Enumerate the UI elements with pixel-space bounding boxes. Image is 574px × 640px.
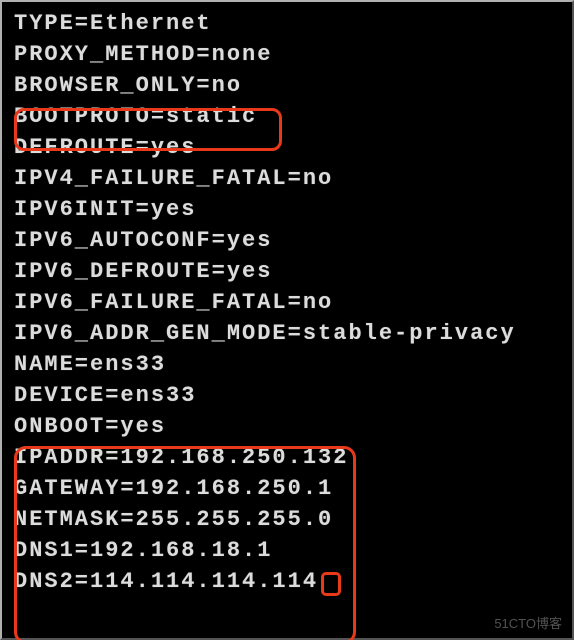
config-line-ipv6-autoconf: IPV6_AUTOCONF=yes bbox=[8, 225, 572, 256]
config-line-ipv6-failure-fatal: IPV6_FAILURE_FATAL=no bbox=[8, 287, 572, 318]
config-line-ipv6init: IPV6INIT=yes bbox=[8, 194, 572, 225]
terminal-output: TYPE=Ethernet PROXY_METHOD=none BROWSER_… bbox=[8, 8, 572, 597]
config-line-dns2: DNS2=114.114.114.114 bbox=[8, 566, 572, 597]
config-line-gateway: GATEWAY=192.168.250.1 bbox=[8, 473, 572, 504]
watermark-text: 51CTO博客 bbox=[494, 613, 562, 632]
config-line-ipv4-failure-fatal: IPV4_FAILURE_FATAL=no bbox=[8, 163, 572, 194]
screenshot-frame: TYPE=Ethernet PROXY_METHOD=none BROWSER_… bbox=[0, 0, 574, 640]
config-line-netmask: NETMASK=255.255.255.0 bbox=[8, 504, 572, 535]
config-line-browser-only: BROWSER_ONLY=no bbox=[8, 70, 572, 101]
config-line-onboot: ONBOOT=yes bbox=[8, 411, 572, 442]
config-line-ipv6-addr-gen-mode: IPV6_ADDR_GEN_MODE=stable-privacy bbox=[8, 318, 572, 349]
config-line-device: DEVICE=ens33 bbox=[8, 380, 572, 411]
config-line-ipaddr: IPADDR=192.168.250.132 bbox=[8, 442, 572, 473]
config-line-proxy-method: PROXY_METHOD=none bbox=[8, 39, 572, 70]
config-line-name: NAME=ens33 bbox=[8, 349, 572, 380]
config-line-defroute: DEFROUTE=yes bbox=[8, 132, 572, 163]
config-line-dns1: DNS1=192.168.18.1 bbox=[8, 535, 572, 566]
config-line-ipv6-defroute: IPV6_DEFROUTE=yes bbox=[8, 256, 572, 287]
config-line-type: TYPE=Ethernet bbox=[8, 8, 572, 39]
config-line-bootproto: BOOTPROTO=static bbox=[8, 101, 572, 132]
